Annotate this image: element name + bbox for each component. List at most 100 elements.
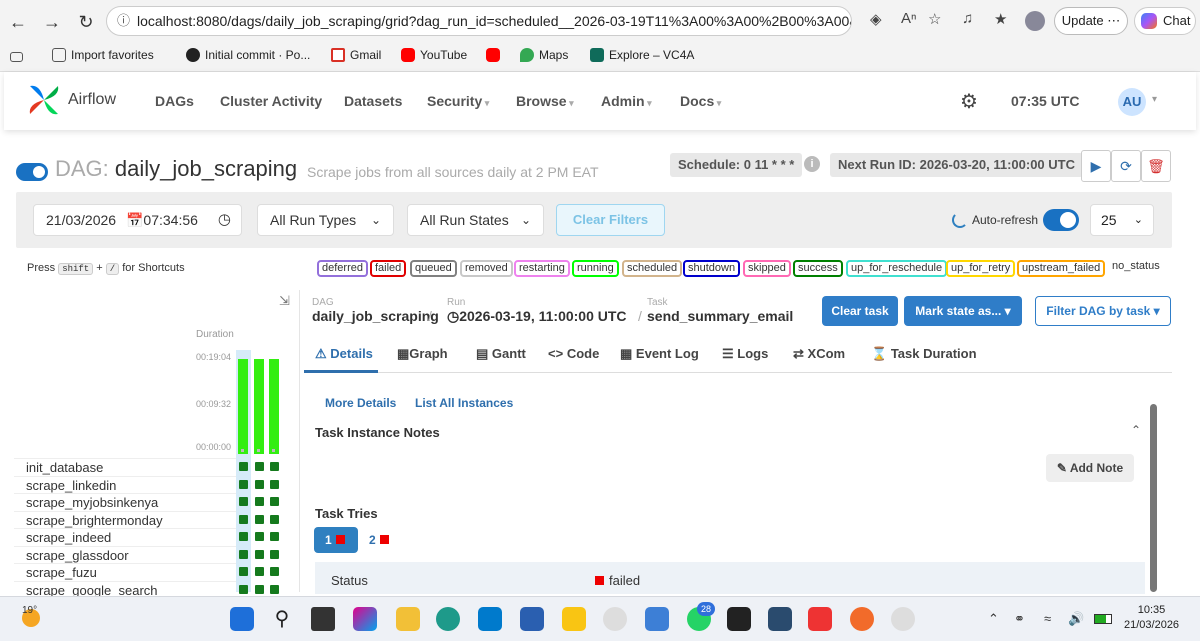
try-2-button[interactable]: 2 (364, 527, 394, 553)
task-instance-cell[interactable] (239, 497, 248, 506)
bookmark-gmail[interactable]: Gmail (331, 48, 381, 62)
state-restarting[interactable]: restarting (514, 260, 570, 277)
trigger-dag-button[interactable]: ▶ (1081, 150, 1111, 182)
runs-count-select[interactable]: 25 ⌄ (1090, 204, 1154, 236)
store-icon[interactable] (520, 607, 544, 631)
power-bi-icon[interactable] (562, 607, 586, 631)
clock-icon[interactable]: ◷ (218, 205, 231, 235)
task-instance-cell[interactable] (255, 515, 264, 524)
task-instance-cell[interactable] (270, 497, 279, 506)
task-view-icon[interactable] (311, 607, 335, 631)
task-instance-cell[interactable] (255, 480, 264, 489)
mark-state-button[interactable]: Mark state as... ▾ (904, 296, 1022, 326)
base-date-input[interactable]: 21/03/2026 📅07:34:56 ◷ (33, 204, 242, 236)
refresh-icon[interactable]: ↻ (74, 10, 98, 34)
task-instance-cell[interactable] (239, 550, 248, 559)
bookmark-vc4a[interactable]: Explore – VC4A (590, 48, 694, 62)
bookmark-github[interactable]: Initial commit · Po... (186, 48, 310, 62)
bookmark-import-favorites[interactable]: Import favorites (52, 48, 154, 62)
chevron-up-icon[interactable]: ⌃ (1131, 423, 1141, 437)
state-removed[interactable]: removed (460, 260, 513, 277)
task-row[interactable]: scrape_brightermonday (14, 511, 236, 528)
run-types-select[interactable]: All Run Types ⌄ (257, 204, 394, 236)
task-instance-cell[interactable] (239, 515, 248, 524)
translate-icon[interactable]: ◈ (870, 10, 882, 28)
state-queued[interactable]: queued (410, 260, 457, 277)
info-icon[interactable]: i (804, 156, 820, 172)
extensions-icon[interactable]: ♫ (962, 10, 973, 27)
system-clock[interactable]: 10:35 21/03/2026 (1124, 603, 1179, 633)
profile-avatar-icon[interactable] (1025, 11, 1045, 31)
app-icon[interactable] (891, 607, 915, 631)
task-instance-cell[interactable] (239, 462, 248, 471)
state-upstream-failed[interactable]: upstream_failed (1017, 260, 1106, 277)
copilot-chat-button[interactable]: Chat (1134, 7, 1196, 35)
postman-icon[interactable] (850, 607, 874, 631)
terminal-icon[interactable] (727, 607, 751, 631)
task-instance-cell[interactable] (270, 480, 279, 489)
tab-gantt[interactable]: ▤ Gantt (476, 346, 526, 362)
run-duration-bar[interactable] (269, 359, 279, 454)
tab-xcom[interactable]: ⇄ XCom (793, 346, 845, 362)
nav-datasets[interactable]: Datasets (344, 93, 402, 109)
airflow-brand[interactable]: Airflow (68, 91, 116, 109)
wifi-icon[interactable]: ≈ (1044, 611, 1051, 626)
edge-icon[interactable] (436, 607, 460, 631)
nav-dags[interactable]: DAGs (155, 93, 194, 109)
tab-code[interactable]: <> Code (548, 346, 599, 361)
chevron-up-icon[interactable]: ⌃ (988, 611, 999, 627)
bookmark-youtube-icon[interactable] (486, 48, 505, 62)
favorite-star-icon[interactable]: ☆ (928, 10, 941, 28)
state-running[interactable]: running (572, 260, 619, 277)
task-instance-cell[interactable] (255, 497, 264, 506)
state-success[interactable]: success (793, 260, 843, 277)
state-shutdown[interactable]: shutdown (683, 260, 741, 277)
battery-icon[interactable] (1094, 614, 1112, 624)
task-instance-cell[interactable] (270, 532, 279, 541)
task-instance-cell[interactable] (255, 567, 264, 576)
crumb-dag[interactable]: daily_job_scraping (312, 308, 439, 324)
start-icon[interactable] (230, 607, 254, 631)
task-instance-cell[interactable] (255, 532, 264, 541)
task-instance-cell[interactable] (239, 585, 248, 594)
tab-logs[interactable]: ☰ Logs (722, 346, 768, 362)
auto-refresh-toggle[interactable] (1043, 209, 1079, 231)
location-icon[interactable]: ⚭ (1014, 611, 1025, 627)
task-instance-cell[interactable] (239, 532, 248, 541)
task-instance-cell[interactable] (255, 550, 264, 559)
airflow-logo-icon[interactable] (26, 82, 62, 118)
tab-event-log[interactable]: ▦ Event Log (620, 346, 699, 362)
task-row[interactable]: scrape_myjobsinkenya (14, 493, 236, 510)
task-instance-cell[interactable] (255, 585, 264, 594)
task-row[interactable]: init_database (14, 458, 236, 475)
run-duration-bar[interactable] (238, 359, 248, 454)
task-instance-cell[interactable] (270, 567, 279, 576)
parse-dag-button[interactable]: ⟳ (1111, 150, 1141, 182)
anydesk-icon[interactable] (808, 607, 832, 631)
back-icon[interactable]: ← (6, 10, 30, 34)
vscode-icon[interactable] (478, 607, 502, 631)
nav-security[interactable]: Security (427, 93, 489, 109)
delete-dag-button[interactable]: 🗑 (1141, 150, 1171, 182)
task-row[interactable]: scrape_fuzu (14, 563, 236, 580)
nav-docs[interactable]: Docs (680, 93, 721, 109)
user-avatar[interactable]: AU (1118, 88, 1146, 116)
nav-admin[interactable]: Admin (601, 93, 652, 109)
task-instance-cell[interactable] (270, 515, 279, 524)
sidebar-toggle-icon[interactable] (10, 48, 28, 62)
utc-time[interactable]: 07:35 UTC (1011, 93, 1079, 109)
notepad-icon[interactable] (645, 607, 669, 631)
tab-graph[interactable]: ▦Graph (397, 346, 448, 362)
state-deferred[interactable]: deferred (317, 260, 368, 277)
state-up-for-reschedule[interactable]: up_for_reschedule (846, 260, 948, 277)
address-bar[interactable]: ⓘ localhost:8080/dags/daily_job_scraping/… (106, 6, 852, 36)
file-explorer-icon[interactable] (396, 607, 420, 631)
task-row[interactable]: scrape_linkedin (14, 476, 236, 493)
search-icon[interactable]: ⚲ (270, 607, 294, 631)
crumb-run[interactable]: ◷2026-03-19, 11:00:00 UTC (447, 308, 627, 325)
run-states-select[interactable]: All Run States ⌄ (407, 204, 544, 236)
task-instance-cell[interactable] (270, 585, 279, 594)
state-scheduled[interactable]: scheduled (622, 260, 683, 277)
microsoft-365-icon[interactable] (353, 607, 377, 631)
details-scrollbar[interactable] (1150, 404, 1157, 592)
